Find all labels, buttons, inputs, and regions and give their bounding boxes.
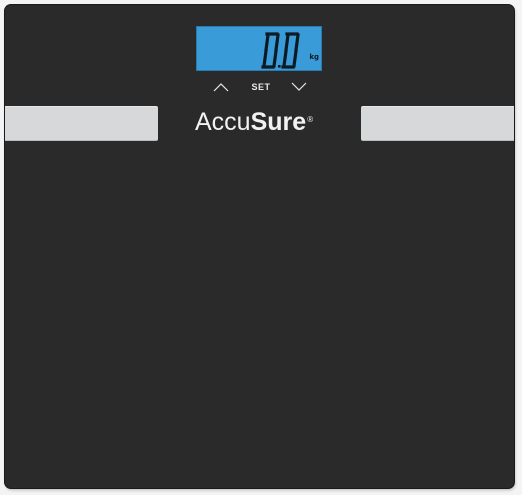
lcd-display: kg (196, 26, 322, 71)
lcd-digit-first (261, 32, 280, 69)
scale-platform: kg SET AccuSure® (5, 5, 514, 488)
registered-mark: ® (307, 115, 314, 124)
lcd-unit: kg (309, 53, 319, 61)
brand-name-light: Accu (195, 108, 251, 136)
set-button[interactable]: SET (241, 79, 281, 95)
left-electrode-pad (5, 106, 158, 141)
control-buttons: SET (211, 79, 311, 95)
lcd-digits (261, 32, 300, 69)
brand-name-bold: Sure (250, 108, 307, 136)
lcd-decimal-point (278, 65, 281, 68)
chevron-down-icon (291, 82, 307, 91)
brand-logo: AccuSure® (195, 106, 325, 138)
lcd-digit-second (281, 32, 300, 69)
up-button[interactable] (211, 79, 231, 95)
right-electrode-pad (361, 106, 514, 141)
down-button[interactable] (289, 79, 309, 95)
chevron-up-icon (213, 83, 229, 92)
